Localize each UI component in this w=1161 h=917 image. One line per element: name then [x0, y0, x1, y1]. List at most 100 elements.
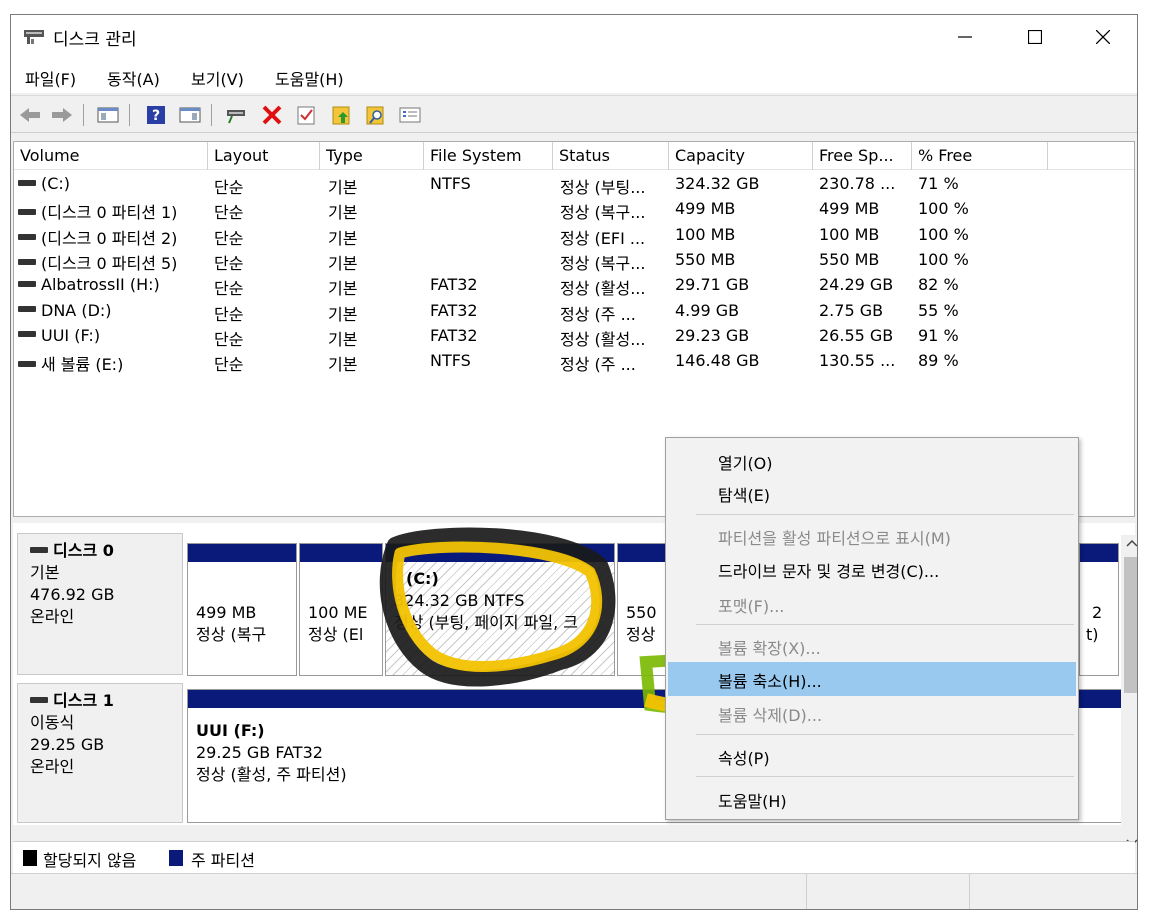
column-percent-free[interactable]: % Free: [912, 142, 1048, 170]
menu-help[interactable]: 도움말(H): [275, 66, 344, 90]
partition-name: (C:): [406, 569, 439, 588]
volume-layout-text: 단순: [214, 203, 244, 223]
maximize-button[interactable]: [1001, 15, 1069, 59]
column-volume[interactable]: Volume: [14, 142, 208, 170]
action-pane-button[interactable]: [177, 102, 203, 128]
status-bar-divider: [969, 874, 970, 909]
partition-disk0-tail[interactable]: 2 t): [1079, 543, 1119, 676]
volume-free-space-text: 100 MB: [819, 224, 880, 244]
volume-type-text: 기본: [328, 355, 358, 375]
search-folder-button[interactable]: [363, 102, 389, 128]
volume-file-system-text: FAT32: [430, 300, 478, 320]
console-tree-button[interactable]: [95, 102, 121, 128]
disk-1-state: 온라인: [30, 757, 75, 776]
partition-status: 정상 (복구: [196, 625, 267, 644]
volume-name-text: (디스크 0 파티션 1): [41, 203, 178, 223]
volume-layout-text: 단순: [214, 253, 244, 273]
disk-map-scrollbar[interactable]: [1121, 535, 1138, 855]
volume-percent-free-text: 100 %: [918, 199, 969, 219]
volume-type: 기본: [328, 225, 418, 249]
volume-row[interactable]: 새 볼륨 (E:) 단순 기본 NTFS 정상 (주 ... 146.48 GB 130.5…: [14, 349, 1134, 374]
column-free-space[interactable]: Free Sp...: [813, 142, 912, 170]
volume-layout: 단순: [214, 250, 314, 274]
scroll-up-icon[interactable]: [1121, 535, 1138, 551]
back-button[interactable]: [17, 102, 43, 128]
minimize-button[interactable]: [931, 15, 999, 59]
close-button[interactable]: [1069, 15, 1137, 59]
connect-drive-button[interactable]: [223, 102, 249, 128]
volume-free-space-text: 26.55 GB: [819, 325, 894, 345]
volume-capacity: 146.48 GB: [675, 351, 809, 370]
volume-status: 정상 (EFI ...: [560, 225, 666, 249]
partition-disk0-p1[interactable]: 499 MB 정상 (복구: [187, 543, 297, 676]
volume-layout: 단순: [214, 225, 314, 249]
volume-percent-free: 55 %: [918, 301, 1038, 320]
menu-action[interactable]: 동작(A): [107, 66, 160, 90]
folder-up-button[interactable]: [329, 102, 355, 128]
partition-status: t): [1086, 625, 1099, 644]
disk-1-name: 디스크 1: [53, 691, 114, 710]
volume-row[interactable]: DNA (D:) 단순 기본 FAT32 정상 (주 ... 4.99 GB 2.75 GB…: [14, 299, 1134, 324]
drive-icon: [18, 331, 36, 338]
help-button[interactable]: ?: [143, 102, 169, 128]
volume-row[interactable]: AlbatrossII (H:) 단순 기본 FAT32 정상 (활성... 29.71 …: [14, 273, 1134, 298]
volume-percent-free-text: 91 %: [918, 325, 959, 345]
menu-properties[interactable]: 속성(P): [718, 745, 770, 769]
disk-1-label[interactable]: 디스크 1 이동식 29.25 GB 온라인: [17, 683, 183, 823]
list-view-button[interactable]: [397, 102, 423, 128]
column-capacity[interactable]: Capacity: [669, 142, 813, 170]
disk-1-size: 29.25 GB: [30, 735, 105, 754]
column-type[interactable]: Type: [320, 142, 424, 170]
menu-help-item[interactable]: 도움말(H): [718, 788, 787, 812]
menu-view[interactable]: 보기(V): [191, 66, 244, 90]
menu-file[interactable]: 파일(F): [25, 66, 76, 90]
volume-type-text: 기본: [328, 178, 358, 197]
volume-percent-free: 100 %: [918, 225, 1038, 244]
disk-0-label[interactable]: 디스크 0 기본 476.92 GB 온라인: [17, 533, 183, 675]
context-menu-separator: [696, 624, 1074, 625]
menu-shrink-volume[interactable]: 볼륨 축소(H)...: [718, 668, 822, 692]
volume-percent-free: 100 %: [918, 199, 1038, 218]
disk-1-title: 디스크 1: [30, 690, 182, 712]
column-status[interactable]: Status: [553, 142, 669, 170]
volume-free-space: 100 MB: [819, 225, 909, 244]
volume-row[interactable]: (디스크 0 파티션 5) 단순 기본 정상 (복구... 550 MB 550 MB 10…: [14, 248, 1134, 273]
properties-button[interactable]: [293, 102, 319, 128]
volume-layout: 단순: [214, 174, 314, 198]
toolbar: ?: [11, 95, 1137, 133]
volume-percent-free-text: 71 %: [918, 174, 959, 193]
volume-status: 정상 (복구...: [560, 199, 666, 223]
properties-icon: [297, 106, 315, 125]
forward-button[interactable]: [49, 102, 75, 128]
volume-name: (디스크 0 파티션 2): [18, 225, 208, 249]
menu-explore[interactable]: 탐색(E): [718, 482, 770, 506]
volume-percent-free-text: 100 %: [918, 249, 969, 269]
scroll-thumb[interactable]: [1124, 557, 1137, 693]
volume-type-text: 기본: [328, 203, 358, 223]
partition-c-drive[interactable]: (C:) 324.32 GB NTFS 정상 (부팅, 페이지 파일, 크: [385, 543, 615, 676]
partition-bar: [188, 544, 296, 562]
partition-disk0-p2[interactable]: 100 ME 정상 (El: [299, 543, 383, 676]
volume-capacity-text: 499 MB: [675, 199, 736, 219]
column-layout[interactable]: Layout: [208, 142, 320, 170]
volume-context-menu: 열기(O) 탐색(E) 파티션을 활성 파티션으로 표시(M) 드라이브 문자 …: [665, 437, 1079, 820]
partition-size: 499 MB: [196, 603, 257, 622]
volume-row[interactable]: (디스크 0 파티션 1) 단순 기본 정상 (복구... 499 MB 499 MB 10…: [14, 197, 1134, 222]
column-file-system[interactable]: File System: [424, 142, 553, 170]
volume-file-system: FAT32: [430, 301, 550, 320]
volume-percent-free-text: 82 %: [918, 275, 959, 295]
delete-button[interactable]: [259, 102, 285, 128]
volume-capacity: 324.32 GB: [675, 174, 809, 193]
volume-file-system-text: FAT32: [430, 325, 478, 345]
volume-type-text: 기본: [328, 304, 358, 324]
volume-row[interactable]: (디스크 0 파티션 2) 단순 기본 정상 (EFI ... 100 MB 100 MB…: [14, 223, 1134, 248]
volume-name-text: UUI (F:): [41, 325, 101, 345]
volume-row[interactable]: (C:) 단순 기본 NTFS 정상 (부팅... 324.32 GB 230.78 ...…: [14, 172, 1134, 197]
menu-change-drive-letter[interactable]: 드라이브 문자 및 경로 변경(C)...: [718, 558, 939, 582]
volume-capacity-text: 29.23 GB: [675, 325, 750, 345]
volume-row[interactable]: UUI (F:) 단순 기본 FAT32 정상 (활성... 29.23 GB 26.55 …: [14, 324, 1134, 349]
menu-open[interactable]: 열기(O): [718, 450, 773, 474]
partition-size: 2: [1092, 603, 1103, 622]
volume-layout: 단순: [214, 326, 314, 350]
volume-layout: 단순: [214, 351, 314, 375]
